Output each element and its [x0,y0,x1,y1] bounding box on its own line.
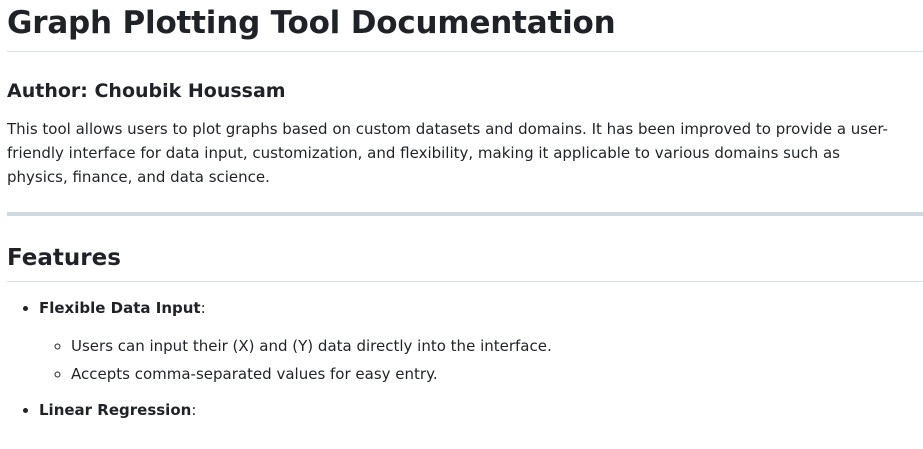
features-heading: Features [7,243,923,282]
feature-subitem: Accepts comma-separated values for easy … [71,362,923,386]
feature-label-suffix: : [191,401,197,419]
page-title: Graph Plotting Tool Documentation [7,0,923,52]
feature-label: Linear Regression [39,401,192,419]
documentation-page: Graph Plotting Tool Documentation Author… [0,0,923,449]
feature-item-linear-regression: Linear Regression: [39,398,923,422]
feature-item-flexible-data-input: Flexible Data Input: Users can input the… [39,296,923,386]
section-divider [7,212,923,216]
feature-label-suffix: : [200,299,206,317]
features-list: Flexible Data Input: Users can input the… [7,296,923,422]
intro-paragraph: This tool allows users to plot graphs ba… [7,120,888,186]
feature-label: Flexible Data Input [39,299,201,317]
feature-subitem: Users can input their (X) and (Y) data d… [71,334,923,358]
author-heading: Author: Choubik Houssam [7,80,286,102]
feature-subitems-list: Users can input their (X) and (Y) data d… [39,334,923,386]
